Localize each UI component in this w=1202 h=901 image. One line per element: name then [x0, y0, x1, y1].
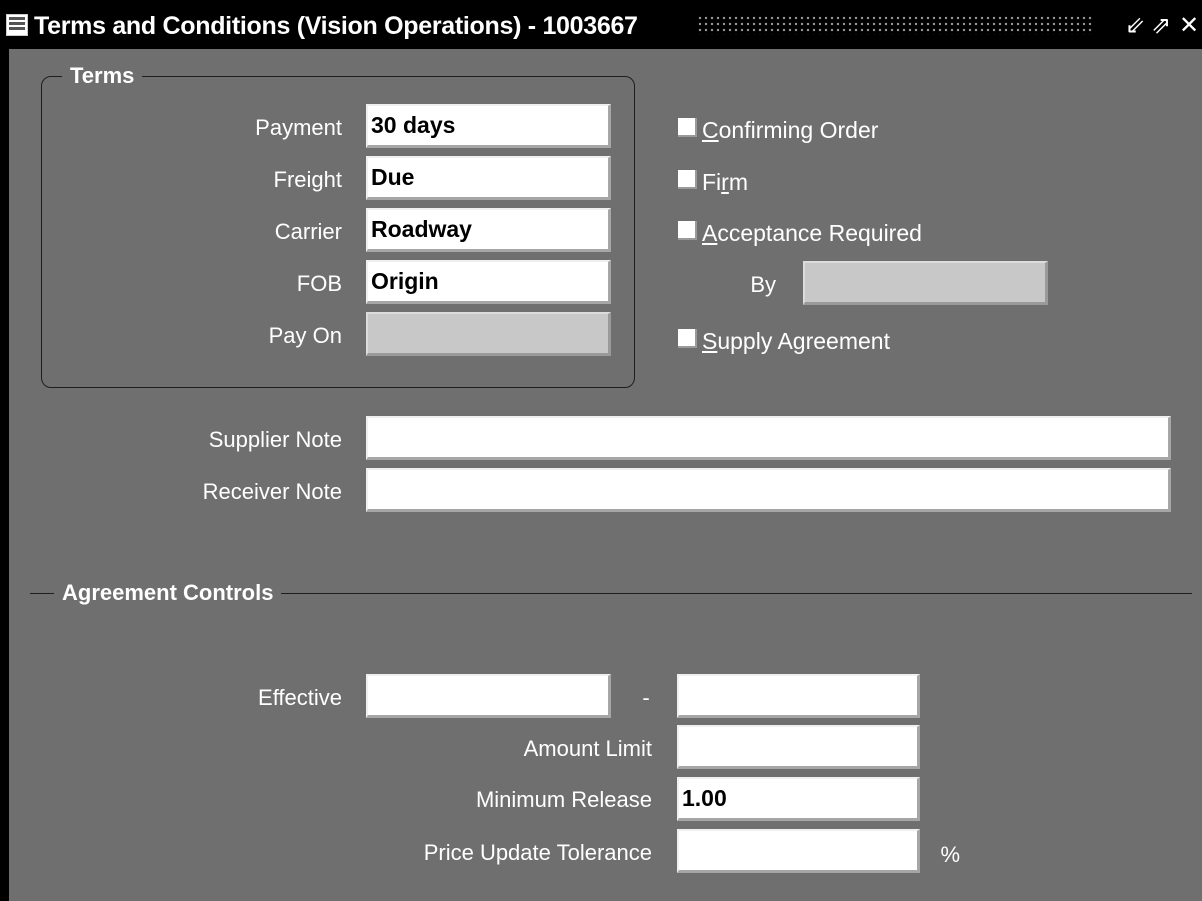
- terms-frame-title: Terms: [62, 63, 143, 89]
- agreement-controls-title: Agreement Controls: [54, 580, 282, 606]
- payment-label: Payment: [255, 115, 342, 140]
- confirming-order-checkbox[interactable]: Confirming Order: [678, 108, 878, 148]
- effective-to-field[interactable]: [677, 674, 920, 718]
- minimize-icon[interactable]: ⇙: [1122, 10, 1148, 40]
- checkbox-box[interactable]: [678, 329, 697, 349]
- supplier-note-field[interactable]: [366, 416, 1171, 460]
- close-icon[interactable]: ✕: [1176, 10, 1202, 40]
- receiver-note-label: Receiver Note: [202, 479, 342, 504]
- fob-label: FOB: [296, 271, 342, 296]
- amount-limit-field[interactable]: [677, 725, 920, 769]
- minimum-release-label: Minimum Release: [475, 787, 652, 812]
- pay-on-field: [366, 312, 611, 356]
- checkbox-box[interactable]: [678, 221, 697, 241]
- fob-field[interactable]: Origin: [366, 260, 611, 304]
- effective-label: Effective: [258, 685, 342, 710]
- price-update-tolerance-field[interactable]: [677, 829, 920, 873]
- percent-unit-label: %: [940, 842, 960, 867]
- firm-label: Firm: [702, 168, 749, 195]
- title-bar-texture: [697, 15, 1093, 35]
- effective-range-separator: -: [642, 685, 650, 710]
- effective-from-field[interactable]: [366, 674, 611, 718]
- price-update-tolerance-label: Price Update Tolerance: [423, 840, 652, 865]
- acceptance-by-field: [803, 261, 1048, 305]
- pay-on-label: Pay On: [268, 323, 342, 348]
- amount-limit-label: Amount Limit: [523, 736, 652, 761]
- payment-field[interactable]: 30 days: [366, 104, 611, 148]
- window-title: Terms and Conditions (Vision Operations)…: [34, 12, 638, 40]
- acceptance-required-label: Acceptance Required: [702, 219, 922, 246]
- supply-agreement-label: Supply Agreement: [702, 327, 890, 354]
- window-left-border: [0, 49, 9, 901]
- acceptance-required-checkbox[interactable]: Acceptance Required: [678, 211, 922, 251]
- firm-checkbox[interactable]: Firm: [678, 160, 748, 200]
- checkbox-box[interactable]: [678, 118, 697, 138]
- carrier-label: Carrier: [274, 219, 342, 244]
- maximize-icon[interactable]: ⇗: [1148, 10, 1174, 40]
- supplier-note-label: Supplier Note: [208, 427, 342, 452]
- carrier-field[interactable]: Roadway: [366, 208, 611, 252]
- acceptance-by-label: By: [750, 272, 776, 297]
- confirming-order-label: Confirming Order: [702, 116, 879, 143]
- supply-agreement-checkbox[interactable]: Supply Agreement: [678, 319, 890, 359]
- checkbox-box[interactable]: [678, 170, 697, 190]
- oracle-app-icon: [6, 14, 28, 36]
- freight-label: Freight: [273, 167, 342, 192]
- receiver-note-field[interactable]: [366, 468, 1171, 512]
- freight-field[interactable]: Due: [366, 156, 611, 200]
- minimum-release-field[interactable]: 1.00: [677, 777, 920, 821]
